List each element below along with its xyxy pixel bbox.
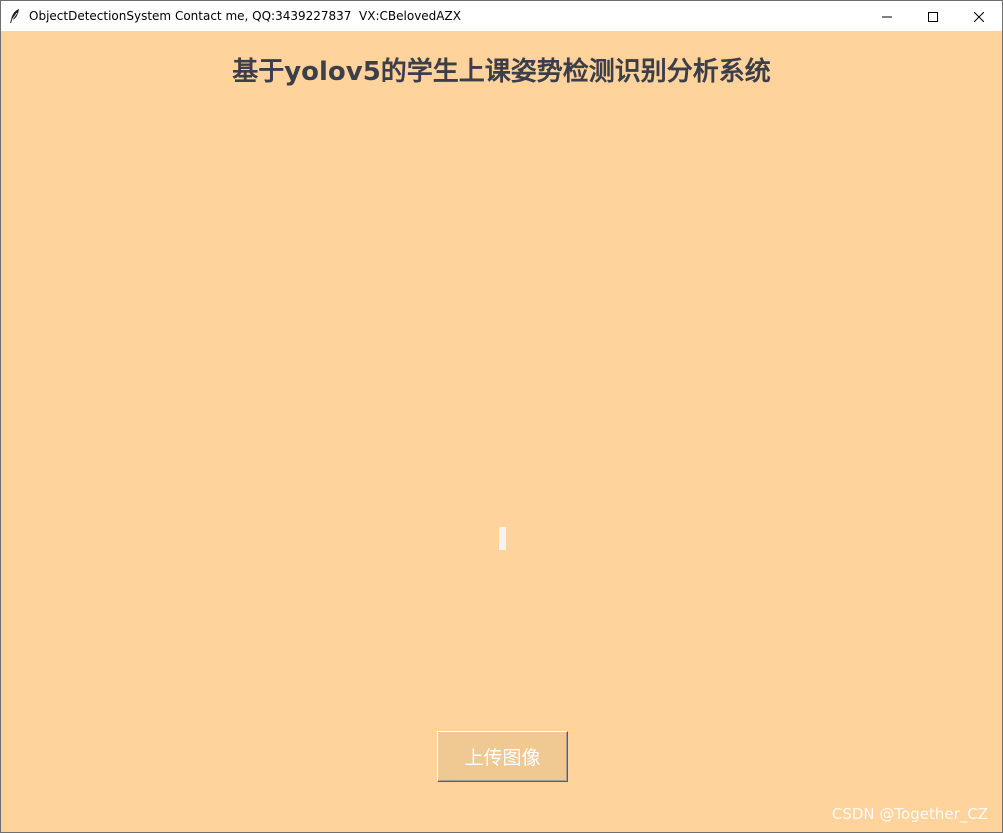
image-display-panel: [499, 527, 506, 550]
close-button[interactable]: [956, 1, 1002, 31]
upload-image-button[interactable]: 上传图像: [437, 731, 568, 782]
minimize-button[interactable]: [864, 1, 910, 31]
app-window: ObjectDetectionSystem Contact me, QQ:343…: [0, 0, 1003, 833]
window-title: ObjectDetectionSystem Contact me, QQ:343…: [29, 9, 461, 23]
maximize-icon: [928, 7, 938, 26]
minimize-icon: [882, 7, 892, 26]
close-icon: [973, 7, 985, 26]
page-title: 基于yolov5的学生上课姿势检测识别分析系统: [232, 57, 771, 87]
title-bar[interactable]: ObjectDetectionSystem Contact me, QQ:343…: [1, 1, 1002, 31]
watermark: CSDN @Together_CZ: [831, 805, 988, 823]
feather-icon: [1, 1, 29, 31]
maximize-button[interactable]: [910, 1, 956, 31]
window-controls: [864, 1, 1002, 31]
